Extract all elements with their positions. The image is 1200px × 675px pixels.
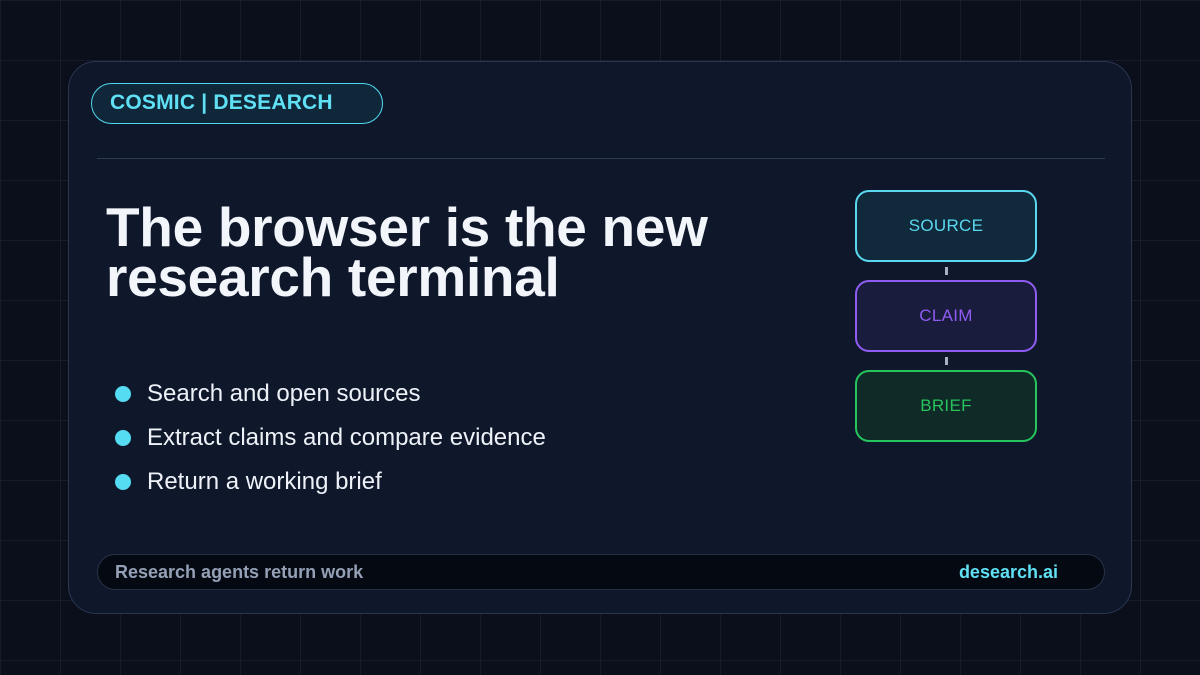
flow-connector [944,357,948,365]
page-title: The browser is the new research terminal [106,200,806,305]
bullet-item: Search and open sources [115,372,546,416]
flow-node-brief: BRIEF [855,370,1037,442]
bullet-item: Return a working brief [115,460,546,504]
footer-tagline: Research agents return work [115,562,364,582]
bullet-text: Return a working brief [147,468,382,495]
brand-badge: COSMIC | DESEARCH [91,83,383,124]
slide-card: COSMIC | DESEARCH The browser is the new… [68,61,1132,614]
flow-node-source: SOURCE [855,190,1037,262]
footer-url: desearch.ai [958,562,1058,582]
bullet-dot-icon [115,386,131,402]
bullet-dot-icon [115,430,131,446]
title-line-2: research terminal [106,246,560,308]
footer-bar: Research agents return work desearch.ai [97,554,1105,590]
bullet-text: Search and open sources [147,380,421,407]
bullet-text: Extract claims and compare evidence [147,424,546,451]
flow-node-claim: CLAIM [855,280,1037,352]
header-divider [97,158,1105,159]
bullet-list: Search and open sources Extract claims a… [115,372,546,504]
bullet-item: Extract claims and compare evidence [115,416,546,460]
pipeline-diagram: SOURCE CLAIM BRIEF [855,190,1037,442]
bullet-dot-icon [115,474,131,490]
flow-connector [944,267,948,275]
